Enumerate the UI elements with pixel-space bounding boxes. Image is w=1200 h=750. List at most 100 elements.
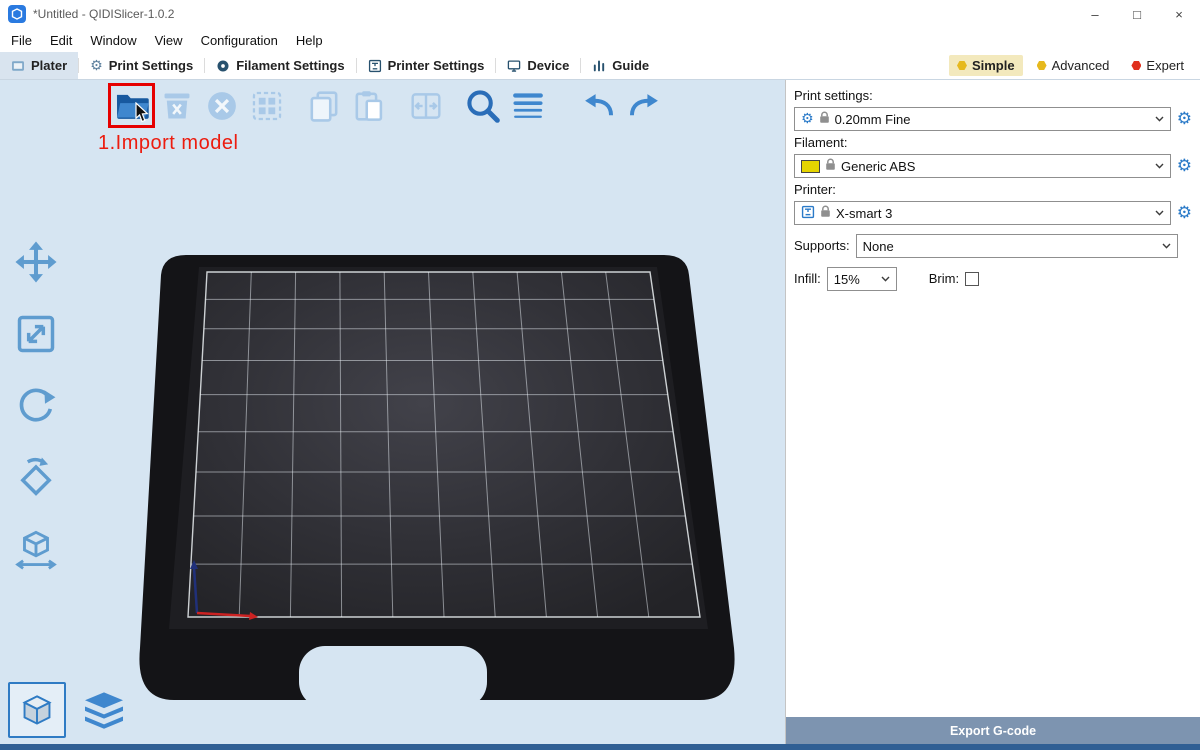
printer-select[interactable]: X-smart 3 <box>794 201 1171 225</box>
undo-icon <box>582 89 616 123</box>
rotate-icon <box>14 384 58 428</box>
printer-icon <box>801 205 815 222</box>
gear-icon: ⚙ <box>801 112 814 126</box>
print-settings-label: Print settings: <box>794 88 1192 104</box>
tab-guide-label: Guide <box>612 58 649 73</box>
move-icon <box>14 240 58 284</box>
export-gcode-button[interactable]: Export G-code <box>786 717 1200 744</box>
mode-advanced-label: Advanced <box>1052 58 1110 73</box>
window-bottom-edge <box>0 744 1200 750</box>
window-title: *Untitled - QIDISlicer-1.0.2 <box>33 7 174 21</box>
split-button[interactable] <box>406 86 446 126</box>
print-profile-value: 0.20mm Fine <box>835 112 911 127</box>
arrange-button[interactable] <box>247 86 287 126</box>
infill-value: 15% <box>834 272 860 287</box>
brim-checkbox[interactable] <box>965 272 979 286</box>
mode-expert[interactable]: Expert <box>1123 55 1192 76</box>
redo-button[interactable] <box>624 86 664 126</box>
viewport-3d[interactable]: 1.Import model <box>0 80 785 744</box>
tab-print-settings[interactable]: ⚙ Print Settings <box>79 52 204 79</box>
tab-device[interactable]: Device <box>496 52 580 79</box>
copy-icon <box>307 89 341 123</box>
copy-button[interactable] <box>304 86 344 126</box>
lock-icon <box>825 158 836 174</box>
close-button[interactable]: × <box>1158 0 1200 28</box>
layers-icon <box>511 89 545 123</box>
infill-select[interactable]: 15% <box>827 267 897 291</box>
mode-simple[interactable]: Simple <box>949 55 1023 76</box>
printer-settings-gear-button[interactable]: ⚙ <box>1177 205 1192 222</box>
mode-expert-label: Expert <box>1146 58 1184 73</box>
menu-configuration[interactable]: Configuration <box>192 33 287 48</box>
chevron-down-icon <box>1155 116 1164 122</box>
supports-select[interactable]: None <box>856 234 1178 258</box>
place-on-face-tool-button[interactable] <box>12 454 60 502</box>
printer-label: Printer: <box>794 182 1192 198</box>
tab-printer-settings[interactable]: Printer Settings <box>357 52 496 79</box>
delete-all-button[interactable] <box>202 86 242 126</box>
brim-label: Brim: <box>929 271 959 287</box>
filament-settings-gear-button[interactable]: ⚙ <box>1177 158 1192 175</box>
menu-file[interactable]: File <box>2 33 41 48</box>
paste-button[interactable] <box>349 86 389 126</box>
filament-icon <box>216 59 230 73</box>
advanced-mode-icon <box>1037 61 1047 71</box>
lock-icon <box>819 111 830 127</box>
undo-button[interactable] <box>579 86 619 126</box>
scale-icon <box>14 312 58 356</box>
print-profile-select[interactable]: ⚙ 0.20mm Fine <box>794 107 1171 131</box>
menu-help[interactable]: Help <box>287 33 332 48</box>
maximize-button[interactable]: □ <box>1116 0 1158 28</box>
search-button[interactable] <box>463 86 503 126</box>
tab-bar: Plater ⚙ Print Settings Filament Setting… <box>0 52 1200 80</box>
chevron-down-icon <box>881 276 890 282</box>
tab-plater[interactable]: Plater <box>0 52 78 79</box>
rotate-tool-button[interactable] <box>12 382 60 430</box>
title-bar: *Untitled - QIDISlicer-1.0.2 – □ × <box>0 0 1200 28</box>
cube-icon <box>20 693 54 727</box>
view-sliced-button[interactable] <box>78 686 130 734</box>
move-tool-button[interactable] <box>12 238 60 286</box>
bed-grid-surface <box>188 272 700 617</box>
chevron-down-icon <box>1155 163 1164 169</box>
tab-plater-label: Plater <box>31 58 67 73</box>
printer-icon <box>368 59 382 73</box>
mode-switcher: Simple Advanced Expert <box>949 55 1200 76</box>
tab-guide[interactable]: Guide <box>581 52 660 79</box>
place-on-face-icon <box>14 456 58 500</box>
arrange-icon <box>250 89 284 123</box>
tab-printer-settings-label: Printer Settings <box>388 58 485 73</box>
tab-print-settings-label: Print Settings <box>109 58 194 73</box>
split-icon <box>409 89 443 123</box>
filament-value: Generic ABS <box>841 159 915 174</box>
mode-advanced[interactable]: Advanced <box>1029 55 1118 76</box>
lock-icon <box>820 205 831 221</box>
app-window: *Untitled - QIDISlicer-1.0.2 – □ × File … <box>0 0 1200 750</box>
printer-value: X-smart 3 <box>836 206 892 221</box>
variable-layer-height-button[interactable] <box>508 86 548 126</box>
minimize-button[interactable]: – <box>1074 0 1116 28</box>
annotation-text: 1.Import model <box>98 132 238 155</box>
menu-view[interactable]: View <box>146 33 192 48</box>
tab-filament-settings[interactable]: Filament Settings <box>205 52 355 79</box>
delete-button[interactable] <box>157 86 197 126</box>
simple-mode-icon <box>957 61 967 71</box>
print-settings-gear-button[interactable]: ⚙ <box>1177 111 1192 128</box>
sliced-layers-icon <box>82 691 126 729</box>
scale-tool-button[interactable] <box>12 310 60 358</box>
menu-edit[interactable]: Edit <box>41 33 81 48</box>
chevron-down-icon <box>1162 243 1171 249</box>
supports-label: Supports: <box>794 238 850 254</box>
filament-select[interactable]: Generic ABS <box>794 154 1171 178</box>
tab-device-label: Device <box>527 58 569 73</box>
window-controls: – □ × <box>1074 0 1200 28</box>
trash-icon <box>160 89 194 123</box>
gear-icon: ⚙ <box>90 59 103 73</box>
infill-label: Infill: <box>794 271 821 287</box>
menu-window[interactable]: Window <box>81 33 145 48</box>
measure-tool-button[interactable] <box>12 526 60 574</box>
delete-all-icon <box>205 89 239 123</box>
view-3d-button[interactable] <box>8 682 66 738</box>
settings-panel: Print settings: ⚙ 0.20mm Fine ⚙ Filament… <box>785 80 1200 744</box>
menu-bar: File Edit Window View Configuration Help <box>0 28 1200 52</box>
